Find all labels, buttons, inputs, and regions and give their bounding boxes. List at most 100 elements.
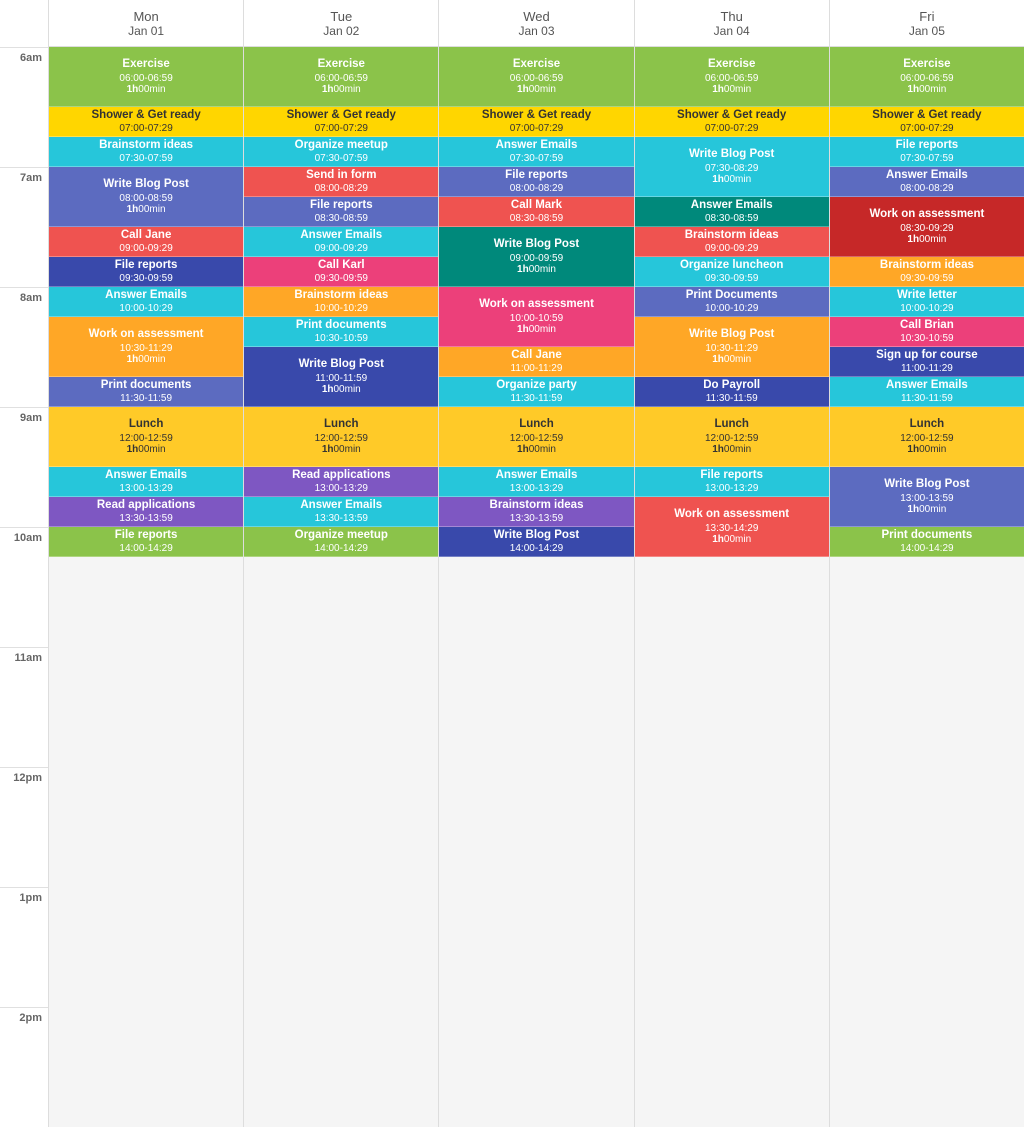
event-wed-7[interactable]: Call Jane11:00-11:29 (439, 347, 633, 377)
event-wed-8[interactable]: Organize party11:30-11:59 (439, 377, 633, 407)
event-title-wed-6: Work on assessment (479, 298, 594, 312)
event-time-mon-11: 13:30-13:59 (119, 513, 172, 524)
event-wed-4[interactable]: Call Mark08:30-08:59 (439, 197, 633, 227)
event-time-thu-1: 07:00-07:29 (705, 123, 758, 134)
event-wed-5[interactable]: Write Blog Post09:00-09:591h00min (439, 227, 633, 287)
event-fri-0[interactable]: Exercise06:00-06:591h00min (830, 47, 1024, 107)
event-thu-5[interactable]: Organize luncheon09:30-09:59 (635, 257, 829, 287)
event-title-mon-7: Work on assessment (89, 328, 204, 342)
event-time-wed-0: 06:00-06:59 (510, 73, 563, 84)
event-mon-4[interactable]: Call Jane09:00-09:29 (49, 227, 243, 257)
event-title-mon-12: File reports (115, 529, 178, 543)
event-wed-0[interactable]: Exercise06:00-06:591h00min (439, 47, 633, 107)
time-slot-6am: 6am (0, 47, 48, 167)
event-fri-11[interactable]: Write Blog Post13:00-13:591h00min (830, 467, 1024, 527)
event-title-tue-12: Answer Emails (300, 499, 382, 513)
day-column-mon: Exercise06:00-06:591h00minShower & Get r… (48, 47, 243, 1127)
event-tue-4[interactable]: File reports08:30-08:59 (244, 197, 438, 227)
event-thu-0[interactable]: Exercise06:00-06:591h00min (635, 47, 829, 107)
event-tue-5[interactable]: Answer Emails09:00-09:29 (244, 227, 438, 257)
event-fri-9[interactable]: Answer Emails11:30-11:59 (830, 377, 1024, 407)
event-fri-8[interactable]: Sign up for course11:00-11:29 (830, 347, 1024, 377)
days-grid: Mon Jan 01 Tue Jan 02 Wed Jan 03 Thu Jan… (48, 0, 1024, 1127)
event-wed-11[interactable]: Brainstorm ideas13:30-13:59 (439, 497, 633, 527)
event-wed-3[interactable]: File reports08:00-08:29 (439, 167, 633, 197)
event-title-mon-0: Exercise (122, 58, 169, 72)
event-mon-8[interactable]: Print documents11:30-11:59 (49, 377, 243, 407)
event-wed-1[interactable]: Shower & Get ready07:00-07:29 (439, 107, 633, 137)
event-mon-7[interactable]: Work on assessment10:30-11:291h00min (49, 317, 243, 377)
event-fri-2[interactable]: File reports07:30-07:59 (830, 137, 1024, 167)
event-thu-7[interactable]: Write Blog Post10:30-11:291h00min (635, 317, 829, 377)
event-title-thu-1: Shower & Get ready (677, 109, 786, 123)
event-wed-9[interactable]: Lunch12:00-12:591h00min (439, 407, 633, 467)
event-fri-6[interactable]: Write letter10:00-10:29 (830, 287, 1024, 317)
event-wed-10[interactable]: Answer Emails13:00-13:29 (439, 467, 633, 497)
event-tue-11[interactable]: Read applications13:00-13:29 (244, 467, 438, 497)
event-time-wed-9: 12:00-12:59 (510, 433, 563, 444)
event-tue-6[interactable]: Call Karl09:30-09:59 (244, 257, 438, 287)
event-title-fri-0: Exercise (903, 58, 950, 72)
event-thu-11[interactable]: Work on assessment13:30-14:291h00min (635, 497, 829, 557)
event-duration-thu-0: 1h00min (712, 84, 751, 95)
event-tue-0[interactable]: Exercise06:00-06:591h00min (244, 47, 438, 107)
event-fri-1[interactable]: Shower & Get ready07:00-07:29 (830, 107, 1024, 137)
event-time-tue-4: 08:30-08:59 (315, 213, 368, 224)
event-title-wed-11: Brainstorm ideas (490, 499, 584, 513)
event-time-tue-11: 13:00-13:29 (315, 483, 368, 494)
event-time-fri-4: 08:30-09:29 (900, 223, 953, 234)
event-tue-12[interactable]: Answer Emails13:30-13:59 (244, 497, 438, 527)
event-thu-10[interactable]: File reports13:00-13:29 (635, 467, 829, 497)
event-title-mon-1: Shower & Get ready (91, 109, 200, 123)
event-fri-3[interactable]: Answer Emails08:00-08:29 (830, 167, 1024, 197)
event-tue-8[interactable]: Print documents10:30-10:59 (244, 317, 438, 347)
event-tue-7[interactable]: Brainstorm ideas10:00-10:29 (244, 287, 438, 317)
day-header-thu: Thu Jan 04 (634, 0, 829, 46)
event-mon-0[interactable]: Exercise06:00-06:591h00min (49, 47, 243, 107)
event-thu-4[interactable]: Brainstorm ideas09:00-09:29 (635, 227, 829, 257)
event-mon-11[interactable]: Read applications13:30-13:59 (49, 497, 243, 527)
event-fri-5[interactable]: Brainstorm ideas09:30-09:59 (830, 257, 1024, 287)
event-tue-3[interactable]: Send in form08:00-08:29 (244, 167, 438, 197)
event-wed-2[interactable]: Answer Emails07:30-07:59 (439, 137, 633, 167)
event-time-wed-8: 11:30-11:59 (511, 393, 563, 404)
event-mon-12[interactable]: File reports14:00-14:29 (49, 527, 243, 557)
event-mon-6[interactable]: Answer Emails10:00-10:29 (49, 287, 243, 317)
event-wed-12[interactable]: Write Blog Post14:00-14:29 (439, 527, 633, 557)
event-duration-mon-9: 1h00min (127, 444, 166, 455)
event-time-thu-2: 07:30-08:29 (705, 163, 758, 174)
event-thu-8[interactable]: Do Payroll11:30-11:59 (635, 377, 829, 407)
event-time-tue-5: 09:00-09:29 (315, 243, 368, 254)
event-title-mon-6: Answer Emails (105, 289, 187, 303)
event-thu-3[interactable]: Answer Emails08:30-08:59 (635, 197, 829, 227)
event-mon-1[interactable]: Shower & Get ready07:00-07:29 (49, 107, 243, 137)
event-title-mon-5: File reports (115, 259, 178, 273)
event-title-thu-9: Lunch (714, 418, 749, 432)
event-tue-10[interactable]: Lunch12:00-12:591h00min (244, 407, 438, 467)
event-mon-10[interactable]: Answer Emails13:00-13:29 (49, 467, 243, 497)
event-fri-4[interactable]: Work on assessment08:30-09:291h00min (830, 197, 1024, 257)
event-thu-1[interactable]: Shower & Get ready07:00-07:29 (635, 107, 829, 137)
event-title-mon-9: Lunch (129, 418, 164, 432)
event-mon-5[interactable]: File reports09:30-09:59 (49, 257, 243, 287)
event-tue-9[interactable]: Write Blog Post11:00-11:591h00min (244, 347, 438, 407)
event-title-mon-11: Read applications (97, 499, 195, 513)
event-thu-2[interactable]: Write Blog Post07:30-08:291h00min (635, 137, 829, 197)
event-title-tue-9: Write Blog Post (299, 358, 384, 372)
days-body: Exercise06:00-06:591h00minShower & Get r… (48, 47, 1024, 1127)
event-tue-2[interactable]: Organize meetup07:30-07:59 (244, 137, 438, 167)
event-tue-1[interactable]: Shower & Get ready07:00-07:29 (244, 107, 438, 137)
event-thu-9[interactable]: Lunch12:00-12:591h00min (635, 407, 829, 467)
event-fri-10[interactable]: Lunch12:00-12:591h00min (830, 407, 1024, 467)
event-mon-9[interactable]: Lunch12:00-12:591h00min (49, 407, 243, 467)
event-tue-13[interactable]: Organize meetup14:00-14:29 (244, 527, 438, 557)
event-mon-2[interactable]: Brainstorm ideas07:30-07:59 (49, 137, 243, 167)
event-fri-7[interactable]: Call Brian10:30-10:59 (830, 317, 1024, 347)
event-mon-3[interactable]: Write Blog Post08:00-08:591h00min (49, 167, 243, 227)
event-time-thu-0: 06:00-06:59 (705, 73, 758, 84)
event-title-thu-10: File reports (700, 469, 763, 483)
event-wed-6[interactable]: Work on assessment10:00-10:591h00min (439, 287, 633, 347)
event-fri-12[interactable]: Print documents14:00-14:29 (830, 527, 1024, 557)
event-thu-6[interactable]: Print Documents10:00-10:29 (635, 287, 829, 317)
event-title-tue-6: Call Karl (318, 259, 365, 273)
